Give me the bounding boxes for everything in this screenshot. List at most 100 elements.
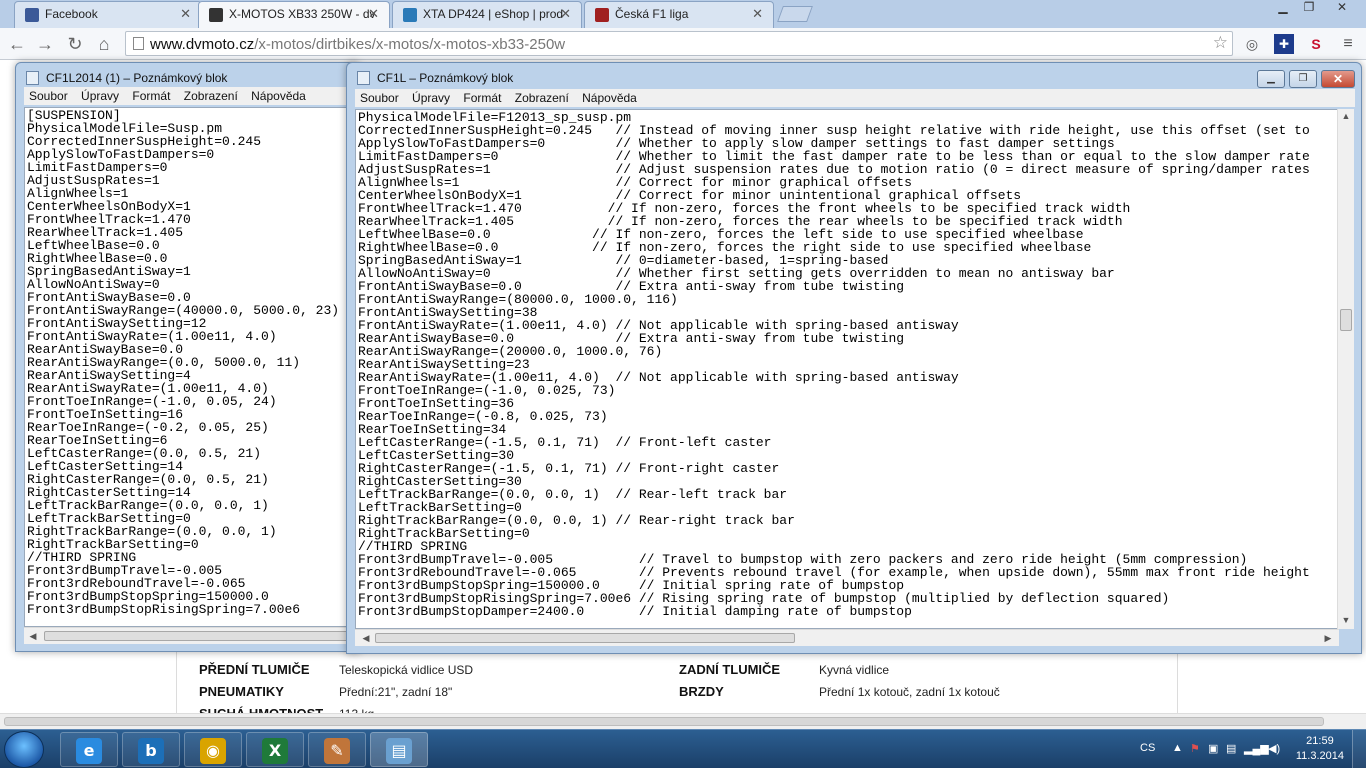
text-editor[interactable]: [SUSPENSION] PhysicalModelFile=Susp.pm C… [24,107,360,627]
menu-zobrazeni[interactable]: Zobrazení [179,87,243,103]
close-button[interactable]: ✕ [1324,0,1360,18]
clock[interactable]: 21:59 11.3.2014 [1296,734,1344,764]
tab-facebook[interactable]: Facebook ✕ [14,1,202,28]
scrollbar-thumb[interactable] [1340,309,1352,331]
facebook-icon [25,8,39,22]
bookmark-star-icon[interactable]: ☆ [1213,33,1228,53]
window-title-bar[interactable]: CF1L – Poznámkový blok [347,63,1361,91]
notepad-icon [26,71,39,85]
taskbar-notepad[interactable]: ▤ [370,732,428,767]
address-bar[interactable]: www.dvmoto.cz/x-motos/dirtbikes/x-motos/… [125,31,1233,56]
browser-toolbar: ← → ↻ ⌂ www.dvmoto.cz/x-motos/dirtbikes/… [0,28,1366,60]
scrollbar-thumb[interactable] [4,717,1324,726]
home-icon[interactable]: ⌂ [93,33,115,55]
taskbar-paint[interactable]: ✎ [308,732,366,767]
url-path: /x-motos/dirtbikes/x-motos/x-motos-xb33-… [254,36,566,53]
editor-content: [SUSPENSION] PhysicalModelFile=Susp.pm C… [27,108,340,617]
shop-icon [403,8,417,22]
notepad-window-front[interactable]: CF1L – Poznámkový blok ▁ ❐ ✕ Soubor Úpra… [346,62,1362,654]
tab-xta-eshop[interactable]: XTA DP424 | eShop | prod ✕ [392,1,582,28]
menu-format[interactable]: Formát [127,87,175,103]
tab-x-motos[interactable]: X-MOTOS XB33 250W - dv ✕ [198,1,390,29]
show-hidden-icons-icon[interactable]: ▲ [1172,742,1183,754]
taskbar-excel[interactable]: X [246,732,304,767]
close-button[interactable]: ✕ [1321,70,1355,88]
spec-value: Teleskopická vidlice USD [339,663,474,677]
device-icon[interactable]: ▣ [1208,742,1218,755]
flag-icon[interactable]: ⚑ [1190,742,1200,755]
reload-icon[interactable]: ↻ [64,33,86,55]
tab-ceska-f1-liga[interactable]: Česká F1 liga ✕ [584,1,774,28]
notepad-icon: ▤ [386,738,412,764]
menu-bar: Soubor Úpravy Formát Zobrazení Nápověda [355,89,1355,107]
start-button[interactable] [4,731,44,768]
extension-eye-icon[interactable]: ◎ [1242,34,1262,54]
close-icon[interactable]: ✕ [368,6,379,22]
language-indicator[interactable]: CS [1140,742,1155,754]
menu-napoveda[interactable]: Nápověda [577,89,642,105]
page-icon [133,37,144,50]
vertical-scrollbar[interactable]: ▲ ▼ [1337,109,1354,629]
taskbar-internet-explorer[interactable]: e [60,732,118,767]
spec-label: PŘEDNÍ TLUMIČE [199,662,310,677]
network-icon[interactable]: ▂▄▆ [1244,742,1269,755]
tab-label: Facebook [45,7,98,21]
notepad-icon [357,71,370,85]
site-icon [209,8,223,22]
scroll-down-icon[interactable]: ▼ [1339,615,1353,625]
horizontal-scrollbar[interactable]: ◀ [24,627,360,644]
spec-value: Přední:21", zadní 18" [339,685,453,699]
window-title: CF1L2014 (1) – Poznámkový blok [46,71,228,85]
browser-tab-strip: Facebook ✕ X-MOTOS XB33 250W - dv ✕ XTA … [0,0,1366,29]
back-arrow-icon[interactable]: ← [6,33,28,55]
scroll-left-icon[interactable]: ◀ [359,633,373,644]
text-editor[interactable]: PhysicalModelFile=F12013_sp_susp.pm Corr… [355,109,1339,629]
uk-flag-icon[interactable]: ✚ [1274,34,1294,54]
spec-value: Přední 1x kotouč, zadní 1x kotouč [819,685,1000,699]
scrollbar-thumb[interactable] [44,631,354,641]
menu-upravy[interactable]: Úpravy [76,87,124,103]
minimize-button[interactable]: ▁ [1270,0,1296,18]
window-title: CF1L – Poznámkový blok [377,71,514,85]
scroll-right-icon[interactable]: ▶ [1321,633,1335,644]
taskbar-bing-bar[interactable]: b [122,732,180,767]
close-icon[interactable]: ✕ [752,6,763,22]
horizontal-scrollbar[interactable] [0,713,1366,729]
menu-zobrazeni[interactable]: Zobrazení [510,89,574,105]
menu-soubor[interactable]: Soubor [355,89,404,105]
spec-label: SUCHÁ HMOTNOST [199,706,323,713]
maximize-button[interactable]: ❐ [1289,70,1317,88]
chrome-icon: ◉ [200,738,226,764]
action-center-icon[interactable]: ▤ [1226,742,1236,755]
scroll-up-icon[interactable]: ▲ [1339,111,1353,121]
scrollbar-thumb[interactable] [375,633,795,643]
spec-table: PŘEDNÍ TLUMIČE Teleskopická vidlice USD … [176,650,1178,713]
close-icon[interactable]: ✕ [560,6,571,22]
notepad-window-back[interactable]: CF1L2014 (1) – Poznámkový blok Soubor Úp… [15,62,360,652]
taskbar-chrome[interactable]: ◉ [184,732,242,767]
new-tab-button[interactable] [777,6,813,22]
scroll-left-icon[interactable]: ◀ [26,631,40,642]
close-icon[interactable]: ✕ [180,6,191,22]
forward-arrow-icon[interactable]: → [34,33,56,55]
menu-icon[interactable]: ≡ [1338,34,1358,54]
paint-icon: ✎ [324,738,350,764]
menu-format[interactable]: Formát [458,89,506,105]
internet-explorer-icon: e [76,738,102,764]
spec-label: BRZDY [679,684,724,699]
clock-date: 11.3.2014 [1295,750,1344,762]
show-desktop-button[interactable] [1352,730,1366,768]
horizontal-scrollbar[interactable]: ◀ ▶ [355,629,1339,646]
menu-bar: Soubor Úpravy Formát Zobrazení Nápověda [24,87,360,105]
tab-label: X-MOTOS XB33 250W - dv [229,7,376,21]
menu-soubor[interactable]: Soubor [24,87,73,103]
menu-napoveda[interactable]: Nápověda [246,87,311,103]
clock-time: 21:59 [1306,735,1334,747]
extension-s-icon[interactable]: S [1306,34,1326,54]
maximize-button[interactable]: ❐ [1296,0,1322,18]
volume-icon[interactable]: ◀) [1268,742,1280,755]
excel-icon: X [262,738,288,764]
menu-upravy[interactable]: Úpravy [407,89,455,105]
spec-label: PNEUMATIKY [199,684,284,699]
minimize-button[interactable]: ▁ [1257,70,1285,88]
